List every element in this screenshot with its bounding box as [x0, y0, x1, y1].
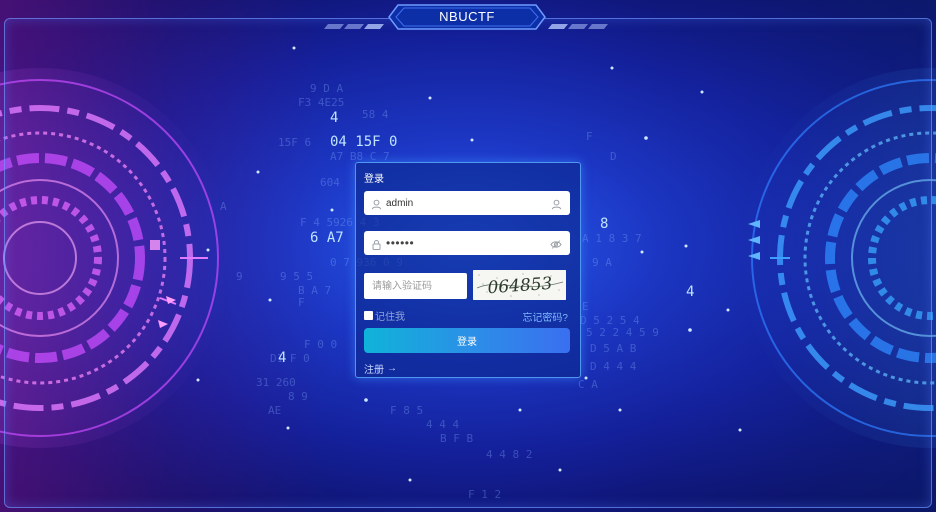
login-panel-title: 登录 [364, 174, 384, 185]
remember-me-checkbox[interactable]: 记住我 [364, 308, 405, 323]
password-field[interactable]: •••••• [364, 231, 570, 255]
user-icon [371, 197, 382, 215]
username-field[interactable] [364, 191, 570, 215]
captcha-field[interactable] [364, 273, 467, 299]
password-input[interactable]: •••••• [386, 233, 414, 253]
user-icon [551, 197, 562, 215]
captcha-image[interactable]: 064853 [473, 270, 566, 300]
login-button[interactable]: 登录 [364, 328, 570, 353]
login-page: 9 D A F3 4E25 4 58 4 15F 6 04 15F 0 A7 B… [0, 0, 936, 512]
login-panel: 登录 •••••• [355, 162, 581, 378]
eye-icon[interactable] [550, 237, 562, 255]
forgot-password-link[interactable]: 忘记密码? [522, 309, 568, 324]
remember-me-label[interactable]: 记住我 [375, 308, 405, 323]
register-link[interactable]: 注册 → [364, 361, 397, 376]
checkbox-box[interactable] [364, 310, 373, 320]
page-title: NBUCTF [439, 9, 495, 24]
lock-icon [371, 237, 382, 255]
username-input[interactable] [386, 194, 546, 212]
arrow-right-icon: → [387, 363, 397, 374]
captcha-input[interactable] [372, 277, 462, 295]
register-label[interactable]: 注册 [364, 361, 384, 376]
